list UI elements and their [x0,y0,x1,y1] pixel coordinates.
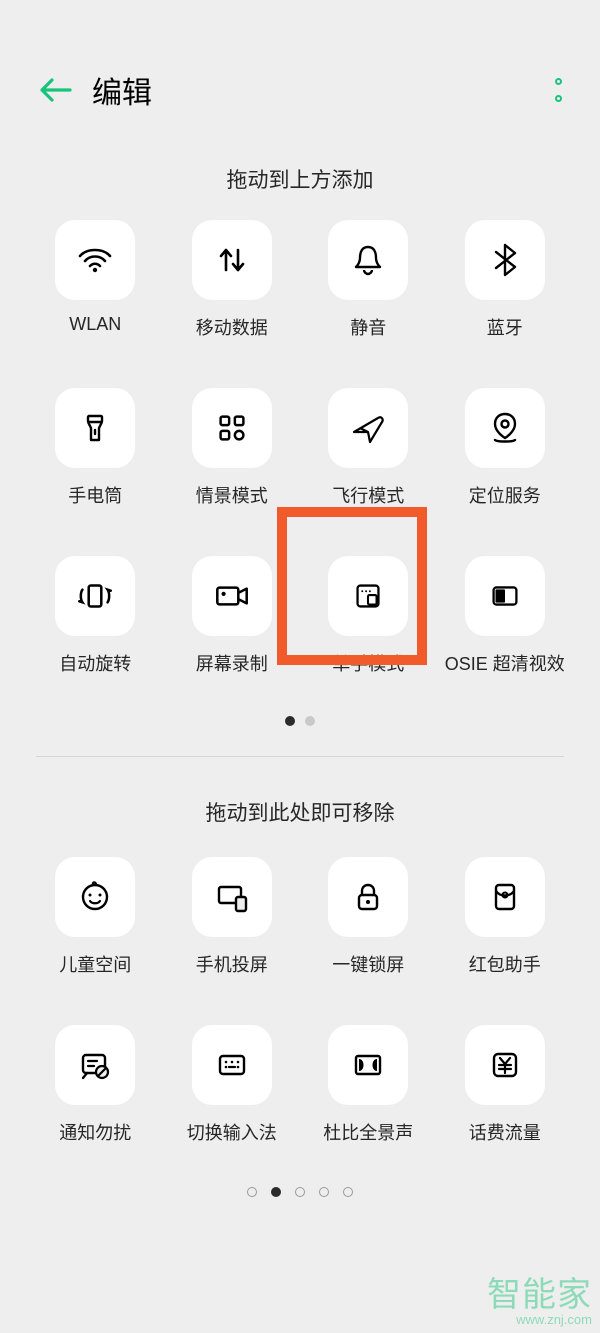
tile-label: 切换输入法 [187,1119,277,1145]
pager-dot[interactable] [343,1187,353,1197]
yuan-icon [485,1045,525,1085]
pager-dot[interactable] [319,1187,329,1197]
mobile-data-icon [212,240,252,280]
pager-dot[interactable] [271,1187,281,1197]
tile-dolby[interactable]: 杜比全景声 [305,1025,432,1145]
osie-icon [486,577,524,615]
keyboard-icon [212,1045,252,1085]
lock-icon [348,877,388,917]
remove-tiles-grid: 儿童空间 手机投屏 一键锁屏 红包助手 通知勿扰 切换输入法 杜 [0,857,600,1145]
wifi-icon [75,240,115,280]
tile-one-tap-lock[interactable]: 一键锁屏 [305,857,432,977]
tile-bluetooth[interactable]: 蓝牙 [442,220,569,340]
tile-kids-space[interactable]: 儿童空间 [32,857,159,977]
watermark-main: 智能家 [487,1278,592,1314]
tile-dnd[interactable]: 通知勿扰 [32,1025,159,1145]
red-packet-icon [485,877,525,917]
tile-wlan[interactable]: WLAN [32,220,159,340]
more-icon[interactable] [555,78,562,102]
one-handed-icon [349,577,387,615]
add-pager[interactable] [0,716,600,726]
watermark-sub: www.znj.com [487,1313,592,1327]
tile-label: 话费流量 [469,1119,541,1145]
cast-icon [212,877,252,917]
tile-label: 手电筒 [68,482,122,508]
tile-label: OSIE 超清视效 [445,650,565,676]
remove-section-title: 拖动到此处即可移除 [0,797,600,827]
tile-label: 红包助手 [469,951,541,977]
tile-label: 儿童空间 [59,951,131,977]
tile-mobile-data[interactable]: 移动数据 [169,220,296,340]
tile-auto-rotate[interactable]: 自动旋转 [32,556,159,676]
tile-airplane-mode[interactable]: 飞行模式 [305,388,432,508]
dolby-icon [348,1045,388,1085]
tile-one-handed[interactable]: 单手模式 [305,556,432,676]
pager-dot[interactable] [305,716,315,726]
pager-dot[interactable] [285,716,295,726]
tile-label: 蓝牙 [487,314,523,340]
flashlight-icon [75,408,115,448]
tile-label: 静音 [350,314,386,340]
location-pin-icon [485,408,525,448]
header: 编辑 [0,0,600,150]
tile-scene-mode[interactable]: 情景模式 [169,388,296,508]
tile-label: 一键锁屏 [332,951,404,977]
pager-dot[interactable] [247,1187,257,1197]
add-section-title: 拖动到上方添加 [0,164,600,194]
back-icon[interactable] [38,77,72,103]
page-title: 编辑 [92,68,152,112]
airplane-icon [348,408,388,448]
tile-label: 通知勿扰 [59,1119,131,1145]
tile-red-packet[interactable]: 红包助手 [442,857,569,977]
watermark: 智能家 www.znj.com [487,1278,592,1327]
tile-label: 移动数据 [196,314,268,340]
tile-flashlight[interactable]: 手电筒 [32,388,159,508]
section-divider [36,756,564,757]
grid-icon [213,409,251,447]
tile-osie[interactable]: OSIE 超清视效 [442,556,569,676]
tile-screen-record[interactable]: 屏幕录制 [169,556,296,676]
tile-data-usage[interactable]: 话费流量 [442,1025,569,1145]
video-camera-icon [211,575,253,617]
auto-rotate-icon [74,575,116,617]
tile-label: 情景模式 [196,482,268,508]
pager-dot[interactable] [295,1187,305,1197]
header-left: 编辑 [38,68,152,112]
kids-icon [75,877,115,917]
bluetooth-icon [485,240,525,280]
bell-icon [348,240,388,280]
tile-label: 屏幕录制 [196,650,268,676]
add-tiles-grid: WLAN 移动数据 静音 蓝牙 手电筒 情景模式 飞行模式 [0,220,600,676]
tile-label: 飞行模式 [332,482,404,508]
dnd-icon [75,1045,115,1085]
tile-label: 杜比全景声 [323,1119,413,1145]
tile-mute[interactable]: 静音 [305,220,432,340]
remove-pager[interactable] [0,1187,600,1197]
tile-label: 定位服务 [469,482,541,508]
tile-label: 自动旋转 [59,650,131,676]
tile-label: WLAN [69,314,121,335]
tile-switch-ime[interactable]: 切换输入法 [169,1025,296,1145]
tile-label: 单手模式 [332,650,404,676]
tile-phone-cast[interactable]: 手机投屏 [169,857,296,977]
tile-label: 手机投屏 [196,951,268,977]
tile-location[interactable]: 定位服务 [442,388,569,508]
